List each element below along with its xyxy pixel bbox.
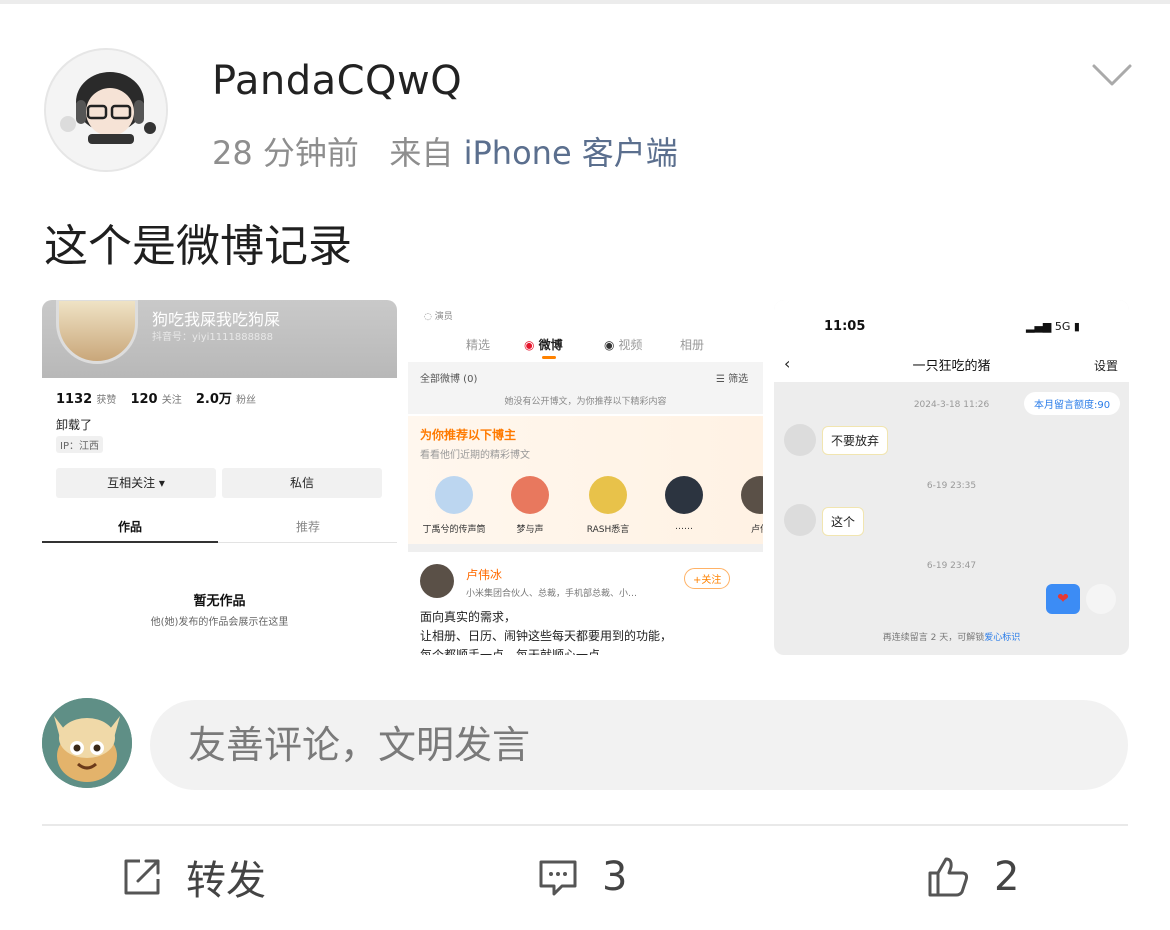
following-label: 关注 bbox=[161, 395, 182, 406]
shield-icon: ◌ bbox=[424, 312, 432, 322]
like-count: 2 bbox=[994, 854, 1020, 900]
blogger-item: 梦与声 bbox=[492, 476, 568, 535]
message-timestamp: 6-19 23:35 bbox=[926, 481, 977, 491]
top-divider bbox=[0, 0, 1170, 4]
post-meta: 28 分钟前 来自 iPhone 客户端 bbox=[212, 128, 678, 174]
blogger-item: 丁禹兮的传声筒 bbox=[416, 476, 492, 535]
comment-count: 3 bbox=[602, 854, 628, 900]
signal-icon: ▂▄▆ bbox=[1026, 320, 1052, 333]
contact-avatar bbox=[784, 504, 816, 536]
blogger-item: RASH悉言 bbox=[570, 476, 646, 535]
chat-footer: 再连续留言 2 天，可解锁爱心标识 bbox=[882, 633, 1021, 643]
tab-featured: 精选 bbox=[466, 338, 491, 352]
fans-count: 2.0万 bbox=[195, 392, 232, 407]
likes-label: 获赞 bbox=[96, 395, 117, 406]
all-weibo-count: 全部微博 (0) bbox=[420, 374, 478, 385]
image-chat-screenshot[interactable]: 11:05 ▂▄▆ 5G ▮ ‹ 一只狂吃的猪 设置 本月留言额度:90 202… bbox=[774, 300, 1129, 655]
empty-title: 暂无作品 bbox=[193, 594, 246, 609]
status-network: ▂▄▆ 5G ▮ bbox=[1026, 320, 1080, 333]
mutual-follow-button: 互相关注 ▾ bbox=[56, 468, 216, 498]
filter-icon: ☰ bbox=[716, 374, 725, 385]
tab-weibo: ◉ 微博 bbox=[524, 338, 563, 352]
repost-button[interactable]: 转发 bbox=[120, 852, 266, 904]
profile-ip: IP：江西 bbox=[56, 436, 103, 453]
comment-button[interactable]: 3 bbox=[536, 852, 627, 902]
thumbs-up-icon bbox=[928, 857, 969, 897]
tab-works: 作品 bbox=[118, 520, 143, 534]
tab-divider bbox=[218, 542, 397, 543]
post-text: 这个是微博记录 bbox=[44, 221, 352, 272]
repost-icon bbox=[124, 859, 160, 895]
recommend-subtitle: 看看他们近期的精彩博文 bbox=[420, 450, 530, 461]
post-content-line: 让相册、日历、闹钟这些每天都要用到的功能， bbox=[420, 629, 673, 643]
heart-message-bubble: ❤ bbox=[1046, 584, 1080, 614]
blogger-item: …… bbox=[646, 476, 722, 532]
profile-stats: 1132 获赞 120 关注 2.0万 粉丝 bbox=[56, 388, 266, 407]
commenter-avatar bbox=[42, 698, 132, 788]
poster-avatar bbox=[420, 564, 454, 598]
tab-indicator bbox=[542, 356, 556, 359]
blogger-avatar bbox=[741, 476, 763, 514]
poster-name: 卢伟冰 bbox=[466, 568, 503, 582]
repost-label: 转发 bbox=[186, 858, 266, 904]
filter-label: ☰ 筛选 bbox=[716, 374, 749, 385]
tab-album: 相册 bbox=[680, 338, 705, 352]
action-divider bbox=[42, 824, 1128, 826]
message-button: 私信 bbox=[222, 468, 382, 498]
role-label: ◌ 演员 bbox=[424, 312, 453, 322]
message-bubble: 不要放弃 bbox=[822, 426, 889, 455]
chevron-down-icon[interactable] bbox=[1090, 60, 1134, 90]
weibo-logo-icon: ◉ bbox=[524, 338, 535, 352]
poster-description: 小米集团合伙人、总裁，手机部总裁、小… bbox=[466, 589, 638, 599]
comment-icon bbox=[539, 860, 577, 896]
profile-name: 狗吃我屎我吃狗屎 bbox=[152, 310, 281, 329]
message-bubble: 这个 bbox=[822, 507, 865, 536]
likes-count: 1132 bbox=[56, 392, 93, 407]
my-avatar bbox=[1086, 584, 1116, 614]
image-profile-screenshot[interactable]: 狗吃我屎我吃狗屎 抖音号：yiyi1111888888 1132 获赞 120 … bbox=[42, 300, 397, 655]
chat-title: 一只狂吃的猪 bbox=[912, 359, 991, 374]
blogger-avatar bbox=[511, 476, 549, 514]
post-content-line: 每个都顺手一点，每天就顺心一点 bbox=[420, 648, 601, 655]
section-separator bbox=[408, 544, 763, 552]
empty-subtitle: 他(她)发布的作品会展示在这里 bbox=[150, 617, 289, 628]
follow-button: +关注 bbox=[684, 568, 731, 589]
username[interactable]: PandaCQwQ bbox=[212, 58, 462, 104]
tab-indicator bbox=[42, 541, 218, 543]
comment-input[interactable]: 友善评论，文明发言 bbox=[150, 700, 1128, 790]
image-weibo-screenshot[interactable]: ◌ 演员 精选 ◉ 微博 ◉ 视频 相册 全部微博 (0) ☰ 筛选 她没有公开… bbox=[408, 300, 763, 655]
post-source: iPhone 客户端 bbox=[463, 134, 678, 172]
blogger-avatar bbox=[435, 476, 473, 514]
tab-recommend: 推荐 bbox=[296, 520, 321, 534]
battery-icon: ▮ bbox=[1073, 320, 1080, 333]
chat-settings: 设置 bbox=[1094, 359, 1119, 373]
post-time: 28 分钟前 bbox=[212, 134, 359, 172]
status-time: 11:05 bbox=[824, 319, 866, 334]
post-content-line: 面向真实的需求， bbox=[420, 610, 517, 624]
message-timestamp: 2024-3-18 11:26 bbox=[913, 400, 990, 410]
like-button[interactable]: 2 bbox=[924, 852, 1019, 902]
profile-id: 抖音号：yiyi1111888888 bbox=[152, 332, 274, 343]
video-icon: ◉ bbox=[604, 338, 615, 352]
no-public-notice: 她没有公开博文，为你推荐以下精彩内容 bbox=[504, 397, 667, 407]
contact-avatar bbox=[784, 424, 816, 456]
blogger-avatar bbox=[589, 476, 627, 514]
message-timestamp: 6-19 23:47 bbox=[926, 561, 977, 571]
blogger-avatar bbox=[665, 476, 703, 514]
blogger-item: 卢伟 bbox=[722, 476, 763, 535]
user-avatar[interactable] bbox=[44, 48, 168, 172]
fans-label: 粉丝 bbox=[236, 395, 257, 406]
profile-bio: 卸载了 bbox=[56, 418, 93, 432]
tab-video: ◉ 视频 bbox=[604, 338, 643, 352]
following-count: 120 bbox=[130, 392, 158, 407]
recommend-title: 为你推荐以下博主 bbox=[420, 428, 517, 442]
post-from-label: 来自 bbox=[389, 134, 454, 172]
